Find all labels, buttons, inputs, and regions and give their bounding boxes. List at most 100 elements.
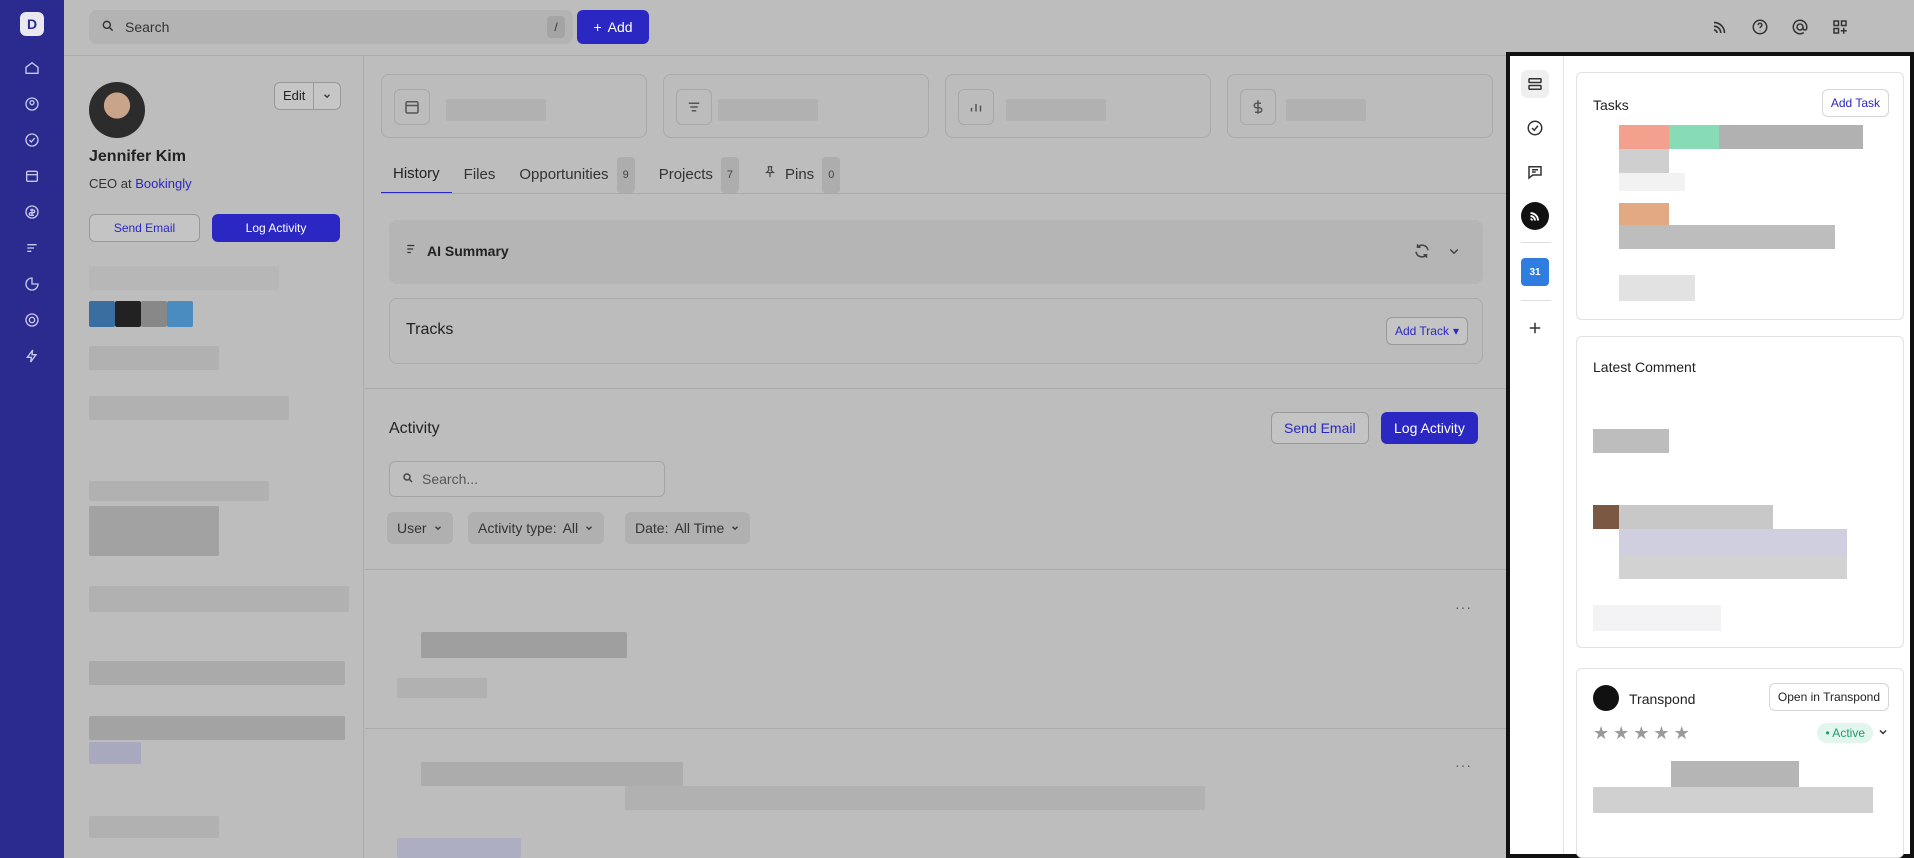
plus-icon[interactable]: [1521, 314, 1549, 342]
right-side-panel: 31 Tasks Add Task Latest Comment Transpo…: [1506, 52, 1914, 858]
tab-opportunities[interactable]: Opportunities 9: [507, 156, 646, 194]
global-search-input[interactable]: Search /: [89, 10, 573, 44]
mentions-icon[interactable]: [1789, 16, 1811, 38]
tab-projects[interactable]: Projects 7: [647, 156, 751, 194]
calendar-icon[interactable]: [22, 166, 42, 186]
more-options-icon[interactable]: ···: [1455, 757, 1472, 773]
redacted-stat: [1286, 99, 1366, 121]
date-filter[interactable]: Date: All Time: [625, 512, 751, 544]
role-prefix: CEO at: [89, 176, 132, 191]
tasks-title: Tasks: [1593, 97, 1629, 113]
transpond-title: Transpond: [1629, 691, 1696, 707]
activity-search-input[interactable]: Search...: [389, 461, 665, 497]
redacted-field: [89, 266, 279, 290]
chevron-down-icon[interactable]: [1445, 242, 1463, 260]
stat-card-revenue[interactable]: [1227, 74, 1493, 138]
redacted-activity: [397, 678, 487, 698]
redacted-field: [89, 816, 219, 838]
refresh-icon[interactable]: [1413, 242, 1431, 260]
tasks-icon[interactable]: [22, 130, 42, 150]
redacted-comment: [1619, 555, 1847, 579]
activity-log-activity-button[interactable]: Log Activity: [1381, 412, 1478, 444]
bar-chart-icon: [958, 89, 994, 125]
edit-button[interactable]: Edit: [275, 83, 315, 109]
stat-card-meetings[interactable]: [381, 74, 647, 138]
add-button[interactable]: + Add: [577, 10, 649, 44]
activity-type-filter[interactable]: Activity type: All: [468, 512, 605, 544]
redacted-social-icon: [89, 301, 115, 327]
feed-icon[interactable]: [1709, 16, 1731, 38]
contact-avatar: [89, 82, 145, 138]
contact-profile-panel: Edit Jennifer Kim CEO at Bookingly Send …: [64, 56, 364, 858]
transpond-icon[interactable]: [1521, 202, 1549, 230]
redacted-activity: [421, 762, 683, 786]
redacted-field: [89, 586, 349, 612]
redacted-social-icon: [141, 301, 167, 327]
latest-comment-card: Latest Comment: [1576, 336, 1904, 648]
star-icon[interactable]: ★: [1653, 723, 1669, 744]
comments-icon[interactable]: [1521, 158, 1549, 186]
redacted-transpond: [1593, 787, 1873, 813]
company-link[interactable]: Bookingly: [135, 176, 191, 191]
log-activity-button[interactable]: Log Activity: [212, 214, 340, 242]
calendar-icon: [394, 89, 430, 125]
rating-stars[interactable]: ★ ★ ★ ★ ★: [1593, 723, 1690, 744]
filter-value: All: [562, 520, 579, 536]
latest-comment-title: Latest Comment: [1593, 359, 1696, 375]
tab-files[interactable]: Files: [452, 156, 508, 194]
tasks-icon[interactable]: [1521, 114, 1549, 142]
redacted-field: [89, 481, 269, 501]
help-icon[interactable]: [1749, 16, 1771, 38]
activity-title: Activity: [389, 420, 440, 437]
chevron-down-icon[interactable]: [314, 83, 340, 109]
filter-label: Date:: [635, 520, 669, 536]
ai-summary-panel[interactable]: AI Summary: [389, 220, 1483, 284]
automation-icon[interactable]: [22, 346, 42, 366]
redacted-stat: [446, 99, 546, 121]
google-calendar-icon[interactable]: 31: [1521, 258, 1549, 286]
stat-card-pipeline[interactable]: [663, 74, 929, 138]
star-icon[interactable]: ★: [1613, 723, 1629, 744]
add-label: Add: [607, 19, 633, 35]
left-nav-rail: D: [0, 0, 64, 858]
send-email-button[interactable]: Send Email: [89, 214, 200, 242]
home-icon[interactable]: [22, 58, 42, 78]
add-track-label: Add Track: [1394, 324, 1449, 338]
more-options-icon[interactable]: ···: [1455, 599, 1472, 615]
redacted-comment-avatar: [1593, 505, 1619, 529]
rail-divider: [1521, 300, 1551, 301]
edit-button-group[interactable]: Edit: [274, 82, 342, 110]
deals-icon[interactable]: [22, 202, 42, 222]
tab-pins[interactable]: Pins 0: [751, 156, 852, 194]
chevron-down-icon: [433, 520, 443, 536]
redacted-task: [1669, 125, 1719, 149]
apps-grid-icon[interactable]: [1829, 16, 1851, 38]
star-icon[interactable]: ★: [1633, 723, 1649, 744]
ai-summary-label: AI Summary: [427, 242, 509, 259]
reports-icon[interactable]: [22, 274, 42, 294]
contacts-icon[interactable]: [22, 94, 42, 114]
activity-send-email-button[interactable]: Send Email: [1271, 412, 1369, 444]
star-icon[interactable]: ★: [1593, 723, 1609, 744]
search-shortcut: /: [547, 16, 565, 38]
redacted-stat: [718, 99, 818, 121]
overview-icon[interactable]: [1521, 70, 1549, 98]
tab-count: 7: [720, 157, 739, 193]
pipeline-icon[interactable]: [22, 238, 42, 258]
pipeline-icon: [676, 89, 712, 125]
app-logo[interactable]: D: [20, 12, 44, 36]
activity-search-placeholder: Search...: [422, 471, 479, 487]
open-in-transpond-button[interactable]: Open in Transpond: [1768, 683, 1889, 711]
stat-card-reports[interactable]: [945, 74, 1211, 138]
chevron-down-icon[interactable]: [1877, 725, 1891, 739]
star-icon[interactable]: ★: [1674, 723, 1690, 744]
add-task-button[interactable]: Add Task: [1821, 89, 1889, 117]
tab-history[interactable]: History: [381, 156, 452, 194]
redacted-comment: [1593, 429, 1669, 453]
tabs-divider: [381, 193, 1506, 194]
user-filter[interactable]: User: [387, 512, 453, 544]
redacted-field: [89, 506, 219, 556]
add-track-button[interactable]: Add Track ▾: [1385, 317, 1468, 345]
redacted-field: [89, 661, 345, 685]
goals-icon[interactable]: [22, 310, 42, 330]
